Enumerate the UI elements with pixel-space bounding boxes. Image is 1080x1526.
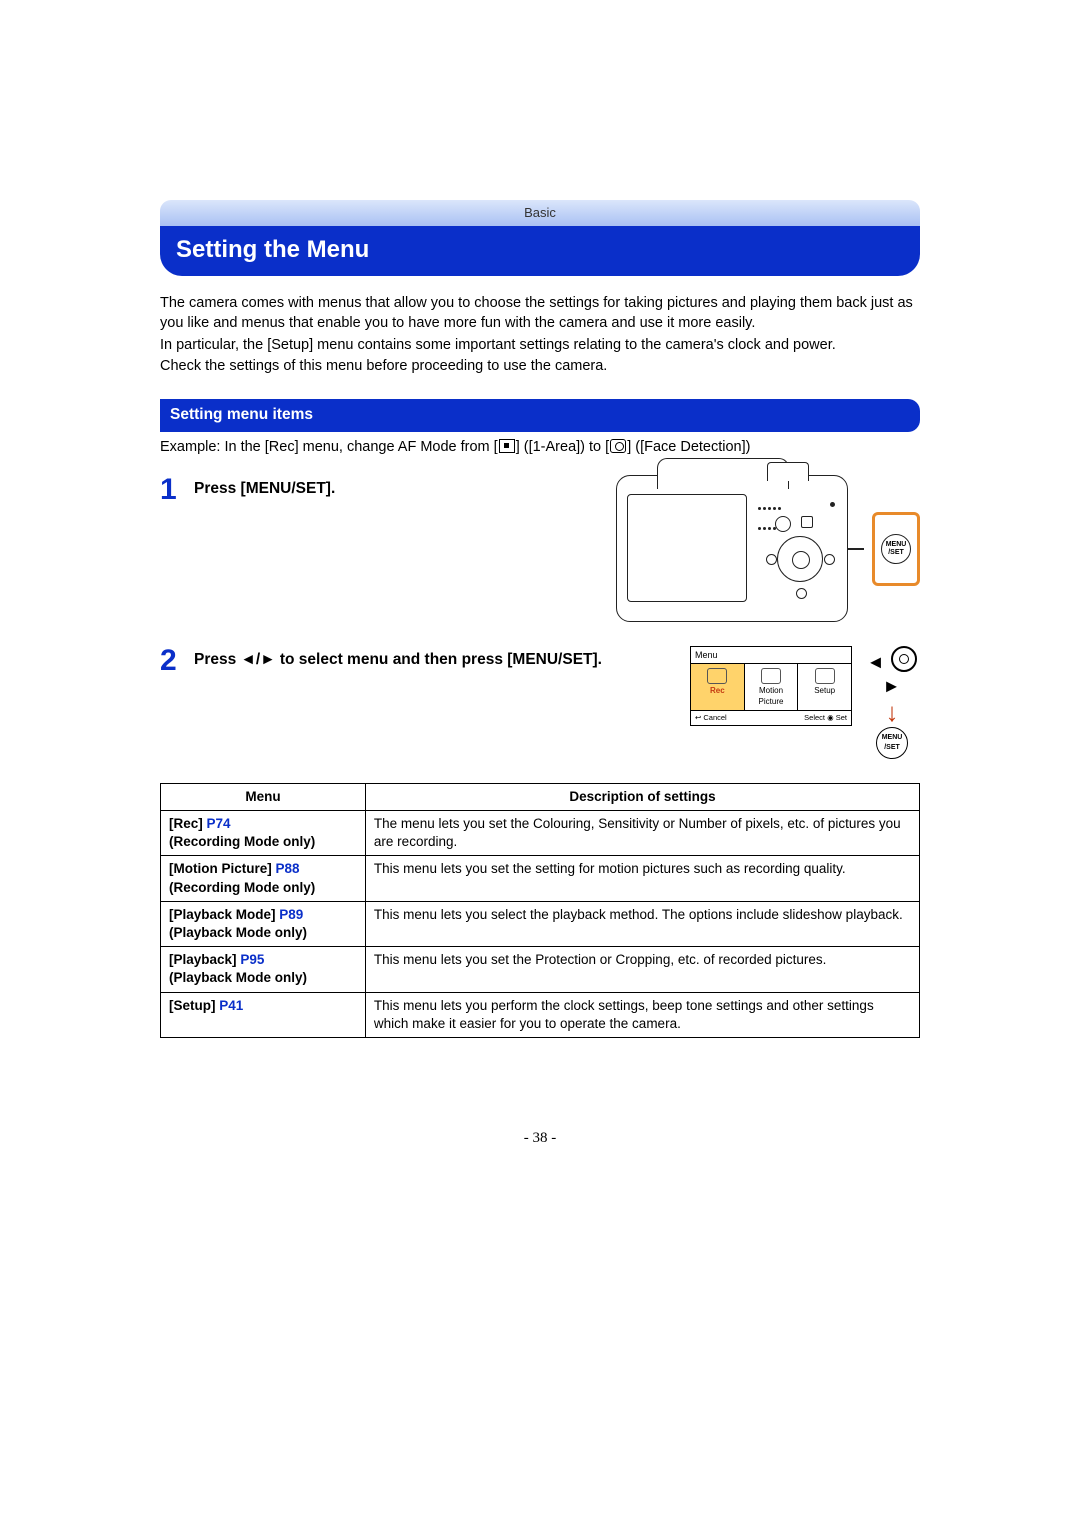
page-link[interactable]: P74	[207, 816, 231, 831]
intro-p1: The camera comes with menus that allow y…	[160, 294, 920, 333]
page-link[interactable]: P89	[279, 907, 303, 922]
th-description: Description of settings	[365, 783, 919, 810]
menu-description: This menu lets you set the Protection or…	[365, 947, 919, 992]
step-1-number: 1	[160, 475, 194, 505]
menu-screen-illustration: Menu Rec Motion Picture Setup	[690, 646, 852, 726]
menuset-bottom: /SET	[882, 549, 910, 556]
step2-text-b: to select menu and then press [MENU/SET]…	[276, 651, 602, 668]
page-link[interactable]: P41	[219, 998, 243, 1013]
menu-footer-cancel: ↩ Cancel	[695, 713, 727, 723]
steps: 1 Press [MENU/SET]. MENU	[160, 475, 920, 759]
left-right-arrows-icon: ◄/►	[241, 651, 276, 668]
example-mid2: ] ([Face Detection])	[627, 439, 750, 455]
step-2-text: Press ◄/► to select menu and then press …	[194, 646, 690, 671]
step-2-number: 2	[160, 646, 194, 676]
menu-description: This menu lets you set the setting for m…	[365, 856, 919, 901]
th-menu: Menu	[161, 783, 366, 810]
menu-cell-label: Motion Picture	[747, 686, 796, 708]
menuset-bottom: /SET	[877, 743, 907, 752]
menuset-top: MENU	[877, 733, 907, 742]
left-triangle-icon: ◄	[867, 652, 886, 672]
menu-cell-setup: Setup	[798, 664, 851, 710]
menu-cell-rec: Rec	[691, 664, 745, 710]
menu-set-button-icon: MENU /SET	[876, 727, 908, 759]
example-line: Example: In the [Rec] menu, change AF Mo…	[160, 438, 920, 458]
section-heading: Setting menu items	[160, 399, 920, 432]
step2-text-a: Press	[194, 651, 241, 668]
menu-name: [Playback Mode]	[169, 907, 276, 922]
menu-screen-title: Menu	[691, 647, 851, 663]
button-icon	[801, 516, 813, 528]
button-icon	[775, 516, 791, 532]
camera-body-icon	[616, 475, 848, 622]
menuset-top: MENU	[882, 541, 910, 548]
right-triangle-icon: ►	[883, 676, 902, 696]
menu-name: [Rec]	[169, 816, 203, 831]
menu-footer-select: Select ◉ Set	[804, 713, 847, 723]
speaker-icon	[757, 498, 783, 512]
table-header-row: Menu Description of settings	[161, 783, 920, 810]
down-arrow-icon: ↓	[864, 699, 920, 725]
menu-name: [Playback]	[169, 952, 237, 967]
menu-set-button-icon: MENU /SET	[881, 534, 911, 564]
menu-cell-label: Rec	[693, 686, 742, 697]
rec-icon	[707, 668, 727, 684]
step-1-text: Press [MENU/SET].	[194, 475, 616, 500]
step-2: 2 Press ◄/► to select menu and then pres…	[160, 646, 920, 759]
menu-name: [Motion Picture]	[169, 861, 272, 876]
table-row: [Setup] P41 This menu lets you perform t…	[161, 992, 920, 1037]
menu-note: (Recording Mode only)	[169, 880, 315, 895]
menu-cell-label: Setup	[800, 686, 849, 697]
camera-illustration: MENU /SET	[616, 475, 920, 622]
lcd-icon	[627, 494, 747, 602]
step-2-figure: Menu Rec Motion Picture Setup	[690, 646, 920, 759]
menu-description: This menu lets you perform the clock set…	[365, 992, 919, 1037]
menu-note: (Playback Mode only)	[169, 925, 307, 940]
chapter-band: Basic	[160, 200, 920, 226]
face-detection-icon	[610, 439, 626, 453]
setup-wrench-icon	[815, 668, 835, 684]
page-link[interactable]: P95	[240, 952, 264, 967]
menu-description: This menu lets you select the playback m…	[365, 901, 919, 946]
page-link[interactable]: P88	[276, 861, 300, 876]
table-row: [Motion Picture] P88 (Recording Mode onl…	[161, 856, 920, 901]
motion-picture-icon	[761, 668, 781, 684]
menu-cell-motion-picture: Motion Picture	[745, 664, 799, 710]
intro-text: The camera comes with menus that allow y…	[160, 294, 920, 376]
page-title: Setting the Menu	[160, 226, 920, 276]
intro-p2: In particular, the [Setup] menu contains…	[160, 336, 920, 356]
table-row: [Rec] P74 (Recording Mode only) The menu…	[161, 810, 920, 855]
example-prefix: Example: In the [Rec] menu, change AF Mo…	[160, 439, 498, 455]
intro-p3: Check the settings of this menu before p…	[160, 357, 920, 377]
dpad-icon	[777, 536, 823, 582]
nav-widget: ◄ ► ↓ MENU /SET	[864, 646, 920, 759]
table-row: [Playback] P95 (Playback Mode only) This…	[161, 947, 920, 992]
step-1: 1 Press [MENU/SET]. MENU	[160, 475, 920, 622]
settings-table: Menu Description of settings [Rec] P74 (…	[160, 783, 920, 1038]
menu-set-highlight: MENU /SET	[872, 512, 920, 586]
menu-note: (Playback Mode only)	[169, 970, 307, 985]
page-number: - 38 -	[160, 1128, 920, 1148]
menu-note: (Recording Mode only)	[169, 834, 315, 849]
table-row: [Playback Mode] P89 (Playback Mode only)…	[161, 901, 920, 946]
menu-description: The menu lets you set the Colouring, Sen…	[365, 810, 919, 855]
dpad-circle-icon	[891, 646, 917, 672]
one-area-icon	[499, 439, 515, 453]
menu-name: [Setup]	[169, 998, 216, 1013]
example-mid1: ] ([1-Area]) to [	[516, 439, 609, 455]
manual-page: Basic Setting the Menu The camera comes …	[160, 0, 920, 1208]
